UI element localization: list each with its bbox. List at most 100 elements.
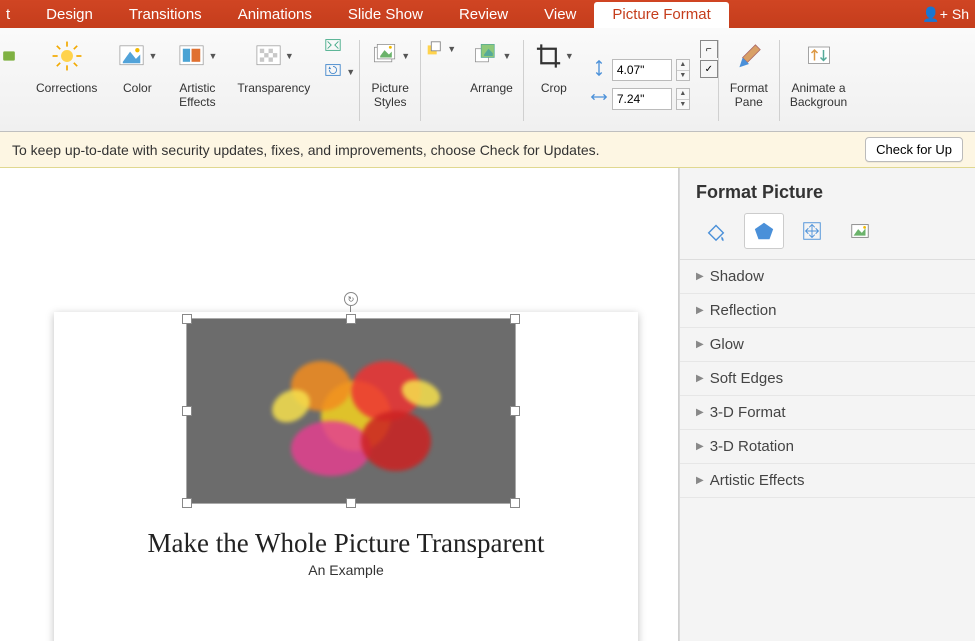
corrections-label: Corrections <box>36 82 97 96</box>
share-label: Sh <box>952 6 969 22</box>
arrange-button[interactable]: ▼ Arrange <box>460 32 523 129</box>
resize-handle-w[interactable] <box>182 406 192 416</box>
reset-icon <box>324 61 342 82</box>
size-properties-tab[interactable] <box>792 213 832 249</box>
dropdown-caret-icon: ▼ <box>285 51 294 61</box>
disclosure-triangle-icon: ▶ <box>696 271 704 282</box>
resize-handle-s[interactable] <box>346 498 356 508</box>
transparency-icon: ▼ <box>254 36 294 76</box>
check-updates-button[interactable]: Check for Up <box>865 137 963 162</box>
fill-line-tab[interactable] <box>696 213 736 249</box>
lock-aspect-top[interactable]: ⌐ <box>700 40 718 58</box>
width-input[interactable] <box>612 88 672 110</box>
tab-design[interactable]: Design <box>28 2 111 28</box>
resize-handle-e[interactable] <box>510 406 520 416</box>
effects-tab[interactable] <box>744 213 784 249</box>
disclosure-triangle-icon: ▶ <box>696 407 704 418</box>
resize-handle-n[interactable] <box>346 314 356 324</box>
corrections-button[interactable]: Corrections <box>26 32 107 129</box>
dropdown-caret-icon: ▼ <box>503 51 512 61</box>
share-button[interactable]: 👤+ Sh <box>916 0 975 28</box>
transparency-button[interactable]: ▼ Transparency <box>227 32 320 129</box>
size-arrows-icon <box>801 220 823 242</box>
section-3d-rotation[interactable]: ▶ 3-D Rotation <box>680 430 975 464</box>
height-row: ▲▼ <box>590 59 690 82</box>
disclosure-triangle-icon: ▶ <box>696 475 704 486</box>
disclosure-triangle-icon: ▶ <box>696 339 704 350</box>
resize-handle-nw[interactable] <box>182 314 192 324</box>
pentagon-icon <box>753 220 775 242</box>
remove-bg-label <box>7 82 10 96</box>
dropdown-caret-icon: ▼ <box>208 51 217 61</box>
lock-aspect-check[interactable]: ✓ <box>700 60 718 78</box>
styles-icon: ▼ <box>370 36 410 76</box>
section-label: Soft Edges <box>710 370 783 387</box>
tab-animations[interactable]: Animations <box>220 2 330 28</box>
tab-review[interactable]: Review <box>441 2 526 28</box>
compress-icon <box>324 36 342 57</box>
format-pane-button[interactable]: Format Pane <box>719 32 779 129</box>
compress-pictures-button[interactable] <box>324 36 355 57</box>
arrange-stack: ▼ <box>421 32 460 129</box>
height-input[interactable] <box>612 59 672 81</box>
tab-view[interactable]: View <box>526 2 594 28</box>
disclosure-triangle-icon: ▶ <box>696 373 704 384</box>
width-stepper[interactable]: ▲▼ <box>676 88 690 110</box>
rotation-handle[interactable]: ↻ <box>344 292 358 306</box>
color-explosion-image <box>251 331 451 491</box>
tab-picture-format[interactable]: Picture Format <box>594 2 728 28</box>
artistic-icon: ▼ <box>177 36 217 76</box>
artistic-effects-button[interactable]: ▼ Artistic Effects <box>167 32 227 129</box>
section-label: Shadow <box>710 268 764 285</box>
section-soft-edges[interactable]: ▶ Soft Edges <box>680 362 975 396</box>
section-reflection[interactable]: ▶ Reflection <box>680 294 975 328</box>
animate-background-button[interactable]: Animate a Backgroun <box>780 32 849 129</box>
section-3d-format[interactable]: ▶ 3-D Format <box>680 396 975 430</box>
picture-styles-button[interactable]: ▼ Picture Styles <box>360 32 420 129</box>
crop-label: Crop <box>541 82 567 96</box>
width-row: ▲▼ <box>590 88 690 111</box>
resize-handle-ne[interactable] <box>510 314 520 324</box>
color-button[interactable]: ▼ Color <box>107 32 167 129</box>
sun-icon <box>47 36 87 76</box>
transparency-label: Transparency <box>237 82 310 96</box>
section-artistic-effects[interactable]: ▶ Artistic Effects <box>680 464 975 498</box>
resize-handle-se[interactable] <box>510 498 520 508</box>
remove-bg-partial[interactable] <box>0 32 26 129</box>
tab-insert-partial[interactable]: t <box>0 2 28 28</box>
resize-handle-sw[interactable] <box>182 498 192 508</box>
height-stepper[interactable]: ▲▼ <box>676 59 690 81</box>
tab-transitions[interactable]: Transitions <box>111 2 220 28</box>
section-label: Glow <box>710 336 744 353</box>
format-pane-tabs <box>680 213 975 260</box>
bring-forward-button[interactable]: ▼ <box>425 40 456 58</box>
tab-slideshow[interactable]: Slide Show <box>330 2 441 28</box>
crop-icon: ▼ <box>534 36 574 76</box>
slide-canvas[interactable]: ↻ Make the Whole Picture Transparent An … <box>0 168 679 641</box>
adjust-stack: ▼ <box>320 32 359 129</box>
height-icon <box>590 59 608 82</box>
dropdown-caret-icon: ▼ <box>565 51 574 61</box>
width-icon <box>590 88 608 111</box>
animate-bg-label: Animate a Backgroun <box>790 82 847 110</box>
artistic-label: Artistic Effects <box>179 82 215 110</box>
notification-message: To keep up-to-date with security updates… <box>12 142 600 158</box>
slide-title: Make the Whole Picture Transparent <box>54 528 638 559</box>
picture-tab[interactable] <box>840 213 880 249</box>
styles-label: Picture Styles <box>372 82 409 110</box>
person-plus-icon: 👤+ <box>922 6 948 23</box>
slide-subtitle: An Example <box>54 562 638 578</box>
section-label: Artistic Effects <box>710 472 805 489</box>
crop-button[interactable]: ▼ Crop <box>524 32 584 129</box>
section-shadow[interactable]: ▶ Shadow <box>680 260 975 294</box>
section-glow[interactable]: ▶ Glow <box>680 328 975 362</box>
selected-picture[interactable] <box>186 318 516 504</box>
dropdown-caret-icon: ▼ <box>346 67 355 77</box>
section-label: 3-D Format <box>710 404 786 421</box>
arrange-icon: ▼ <box>471 36 511 76</box>
paintbrush-icon <box>729 36 769 76</box>
reset-picture-button[interactable]: ▼ <box>324 61 355 82</box>
size-corner: ⌐ ✓ <box>696 32 718 129</box>
format-picture-pane: Format Picture <box>679 168 975 641</box>
animate-bg-icon <box>799 36 839 76</box>
